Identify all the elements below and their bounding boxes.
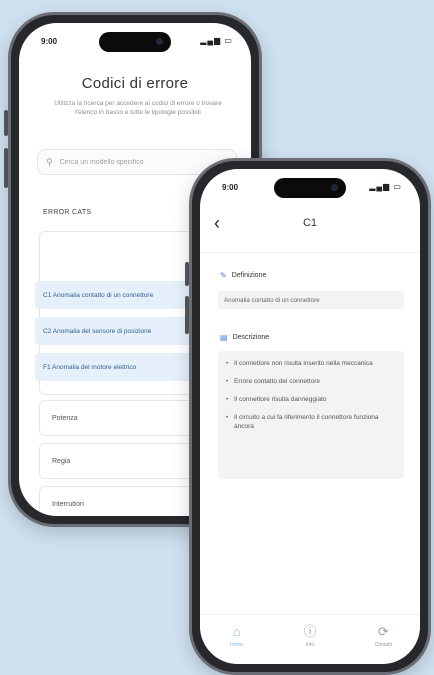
bullet-icon: • bbox=[226, 396, 229, 403]
definition-heading-label: Definizione bbox=[231, 272, 267, 279]
cause-text: Il connettore risulta danneggiato bbox=[234, 396, 327, 403]
navigation-bar: ‹ C1 bbox=[200, 209, 420, 243]
status-time: 9:00 bbox=[222, 183, 239, 192]
page-description: Utilizza la ricerca per accedere ai codi… bbox=[54, 100, 222, 116]
page-title: Codici di errore bbox=[81, 75, 189, 92]
page-title: C1 bbox=[302, 217, 318, 229]
search-icon: ⚲ bbox=[46, 156, 53, 167]
tab-contacts[interactable]: ⟳ Contatti bbox=[358, 624, 408, 649]
tab-home[interactable]: ⌂ Home bbox=[212, 624, 262, 649]
search-input[interactable] bbox=[57, 157, 214, 167]
phone-front: 9:00 ▂▄▆ ▭ ‹ C1 ✎ Definizione Anomalia c… bbox=[189, 158, 431, 675]
causes-list: • Il connettore non risulta inserito nel… bbox=[218, 351, 404, 479]
status-icons: ▂▄▆ ▭ bbox=[369, 182, 402, 191]
status-icons: ▂▄▆ ▭ bbox=[200, 36, 233, 45]
cause-text: Il circuito a cui fa riferimento il conn… bbox=[234, 414, 379, 430]
divider bbox=[200, 252, 420, 253]
home-icon: ⌂ bbox=[232, 624, 241, 639]
list-item: • Il circuito a cui fa riferimento il co… bbox=[226, 413, 396, 431]
dynamic-island bbox=[274, 178, 346, 198]
tab-label: Home bbox=[229, 642, 244, 648]
causes-heading-label: Descrizione bbox=[232, 334, 270, 341]
dynamic-island bbox=[99, 32, 171, 52]
section-label: ERROR CATS bbox=[43, 209, 92, 216]
definition-heading: ✎ Definizione bbox=[220, 271, 266, 280]
list-item: • Il connettore risulta danneggiato bbox=[226, 395, 396, 404]
bullet-icon: • bbox=[226, 414, 229, 421]
tab-label: Contatti bbox=[374, 642, 392, 648]
tab-info[interactable]: ⓘ Info bbox=[285, 624, 335, 649]
error-detail-screen: 9:00 ▂▄▆ ▭ ‹ C1 ✎ Definizione Anomalia c… bbox=[200, 169, 420, 664]
list-item: • Il connettore non risulta inserito nel… bbox=[226, 359, 396, 368]
refresh-icon: ⟳ bbox=[377, 624, 389, 639]
cause-text: Il connettore non risulta inserito nella… bbox=[234, 360, 373, 367]
tab-bar: ⌂ Home ⓘ Info ⟳ Contatti bbox=[200, 614, 420, 664]
bullet-icon: • bbox=[226, 378, 229, 385]
causes-heading: ▤ Descrizione bbox=[220, 333, 269, 342]
status-time: 9:00 bbox=[41, 37, 58, 46]
pencil-icon: ✎ bbox=[220, 271, 227, 280]
list-item: • Errore contatto del connettore bbox=[226, 377, 396, 386]
info-icon: ⓘ bbox=[303, 624, 317, 639]
bullet-icon: • bbox=[226, 360, 229, 367]
definition-text: Anomalia contatto di un connettore bbox=[218, 291, 404, 309]
list-icon: ▤ bbox=[220, 333, 228, 342]
tab-label: Info bbox=[305, 642, 315, 648]
cause-text: Errore contatto del connettore bbox=[234, 378, 320, 385]
